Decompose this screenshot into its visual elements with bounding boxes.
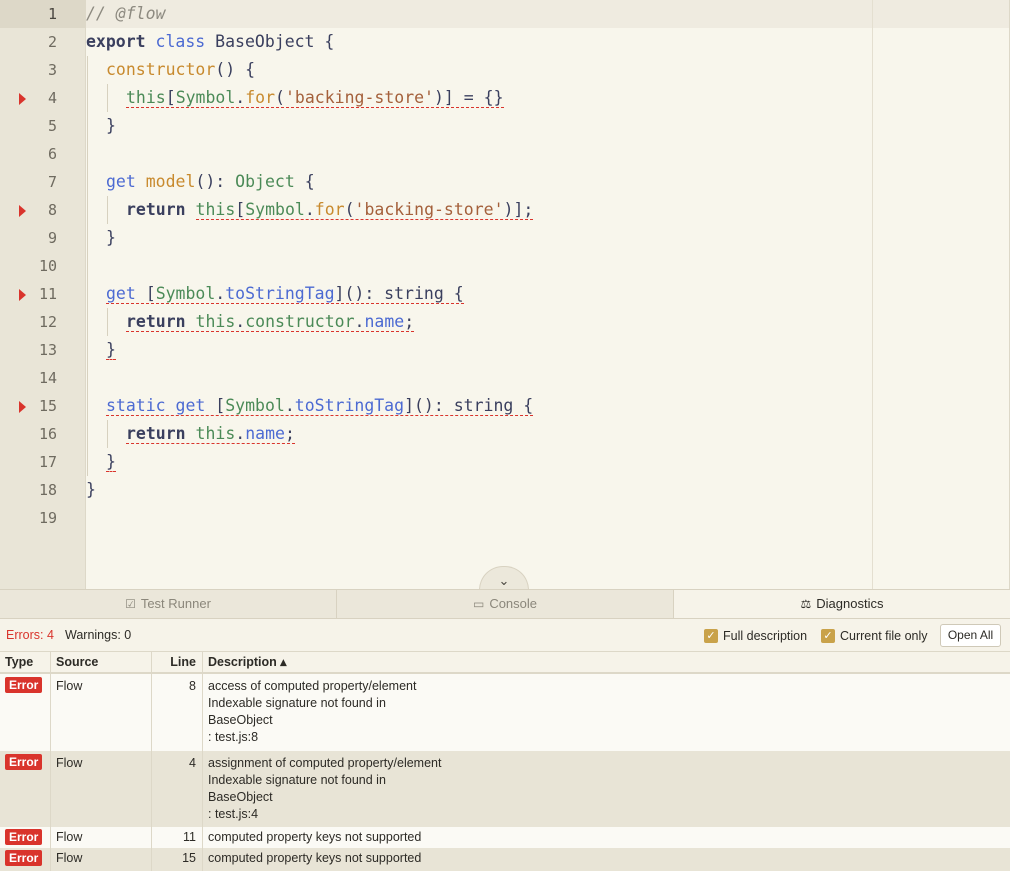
line-number[interactable]: 6 [0,140,85,168]
code-line[interactable]: return this.constructor.name; [126,308,415,336]
error-count: Errors: 4 [6,628,54,642]
code-line[interactable]: export class BaseObject { [86,28,334,56]
diagnostic-description: computed property keys not supported [208,851,422,865]
line-number[interactable]: 17 [0,448,85,476]
line-number[interactable]: 11 [0,280,85,308]
column-header-source[interactable]: Source [51,652,152,672]
checkbox-check-icon: ✓ [821,629,835,643]
chevron-down-icon: ⌄ [498,573,510,588]
console-icon: ▭ [472,597,485,611]
error-badge: Error [5,829,43,845]
line-number[interactable]: 8 [0,196,85,224]
code-line[interactable]: } [86,476,96,504]
line-number-gutter: 1 2 3 4 5 6 7 8 9 10 11 12 13 14 15 16 1… [0,0,86,589]
diagnostics-toolbar: Errors: 4 Warnings: 0 ✓ Full description … [0,619,1010,652]
line-number[interactable]: 4 [0,84,85,112]
error-badge: Error [5,754,43,770]
error-marker-icon[interactable] [19,93,26,105]
indent-guide [107,84,108,112]
diagnostic-description: assignment of computed property/element I… [208,756,442,821]
code-line[interactable]: return this[Symbol.for('backing-store')]… [126,196,534,224]
code-line[interactable]: get model(): Object { [106,168,315,196]
line-number[interactable]: 1 [0,0,85,28]
line-number[interactable]: 2 [0,28,85,56]
error-badge: Error [5,850,43,866]
warning-count: Warnings: 0 [65,628,132,642]
column-header-description[interactable]: Description ▴ [203,652,1010,672]
test-runner-icon: ☑ [125,597,136,611]
indent-guide [87,56,88,476]
code-editor[interactable]: 1 2 3 4 5 6 7 8 9 10 11 12 13 14 15 16 1… [0,0,1010,589]
code-line[interactable]: constructor() { [106,56,255,84]
code-line[interactable]: return this.name; [126,420,295,448]
diagnostic-description: access of computed property/element Index… [208,679,417,744]
tab-console[interactable]: ▭ Console [337,590,674,618]
line-number[interactable]: 19 [0,504,85,532]
error-marker-icon[interactable] [19,289,26,301]
code-line[interactable]: get [Symbol.toStringTag](): string { [106,280,464,308]
line-number[interactable]: 15 [0,392,85,420]
indent-guide [107,308,108,336]
code-line[interactable]: } [106,112,116,140]
diagnostic-description: computed property keys not supported [208,830,422,844]
line-number[interactable]: 12 [0,308,85,336]
code-line[interactable]: } [106,448,116,476]
indent-guide [107,420,108,448]
wrap-guide [872,0,873,589]
column-header-line[interactable]: Line [152,652,203,672]
scale-icon: ⚖ [800,597,812,611]
code-line[interactable]: static get [Symbol.toStringTag](): strin… [106,392,534,420]
collapse-panel-button[interactable]: ⌄ [479,566,529,589]
code-line[interactable]: } [106,224,116,252]
code-line[interactable]: // @flow [86,0,165,28]
line-number[interactable]: 18 [0,476,85,504]
line-number[interactable]: 14 [0,364,85,392]
table-row[interactable]: Error Flow 8 access of computed property… [0,674,1010,751]
table-row[interactable]: Error Flow 4 assignment of computed prop… [0,751,1010,827]
diagnostics-table-header: Type Source Line Description ▴ [0,652,1010,674]
line-number[interactable]: 7 [0,168,85,196]
error-marker-icon[interactable] [19,205,26,217]
error-badge: Error [5,677,43,693]
checkbox-check-icon: ✓ [704,629,718,643]
line-number[interactable]: 16 [0,420,85,448]
tab-test-runner[interactable]: ☑ Test Runner [0,590,337,618]
line-number[interactable]: 10 [0,252,85,280]
table-row[interactable]: Error Flow 15 computed property keys not… [0,848,1010,871]
line-number[interactable]: 3 [0,56,85,84]
line-number[interactable]: 9 [0,224,85,252]
current-file-only-checkbox[interactable]: ✓ Current file only [821,627,928,645]
table-row[interactable]: Error Flow 11 computed property keys not… [0,827,1010,848]
open-all-button[interactable]: Open All [940,624,1001,647]
line-number[interactable]: 5 [0,112,85,140]
full-description-checkbox[interactable]: ✓ Full description [704,627,807,645]
line-number[interactable]: 13 [0,336,85,364]
bottom-panel-tabs: ☑ Test Runner ▭ Console ⚖ Diagnostics [0,589,1010,619]
code-line[interactable]: this[Symbol.for('backing-store')] = {} [126,84,504,112]
error-marker-icon[interactable] [19,401,26,413]
tab-diagnostics[interactable]: ⚖ Diagnostics [674,590,1010,618]
column-header-type[interactable]: Type [0,652,51,672]
code-line[interactable]: } [106,336,116,364]
indent-guide [107,196,108,224]
